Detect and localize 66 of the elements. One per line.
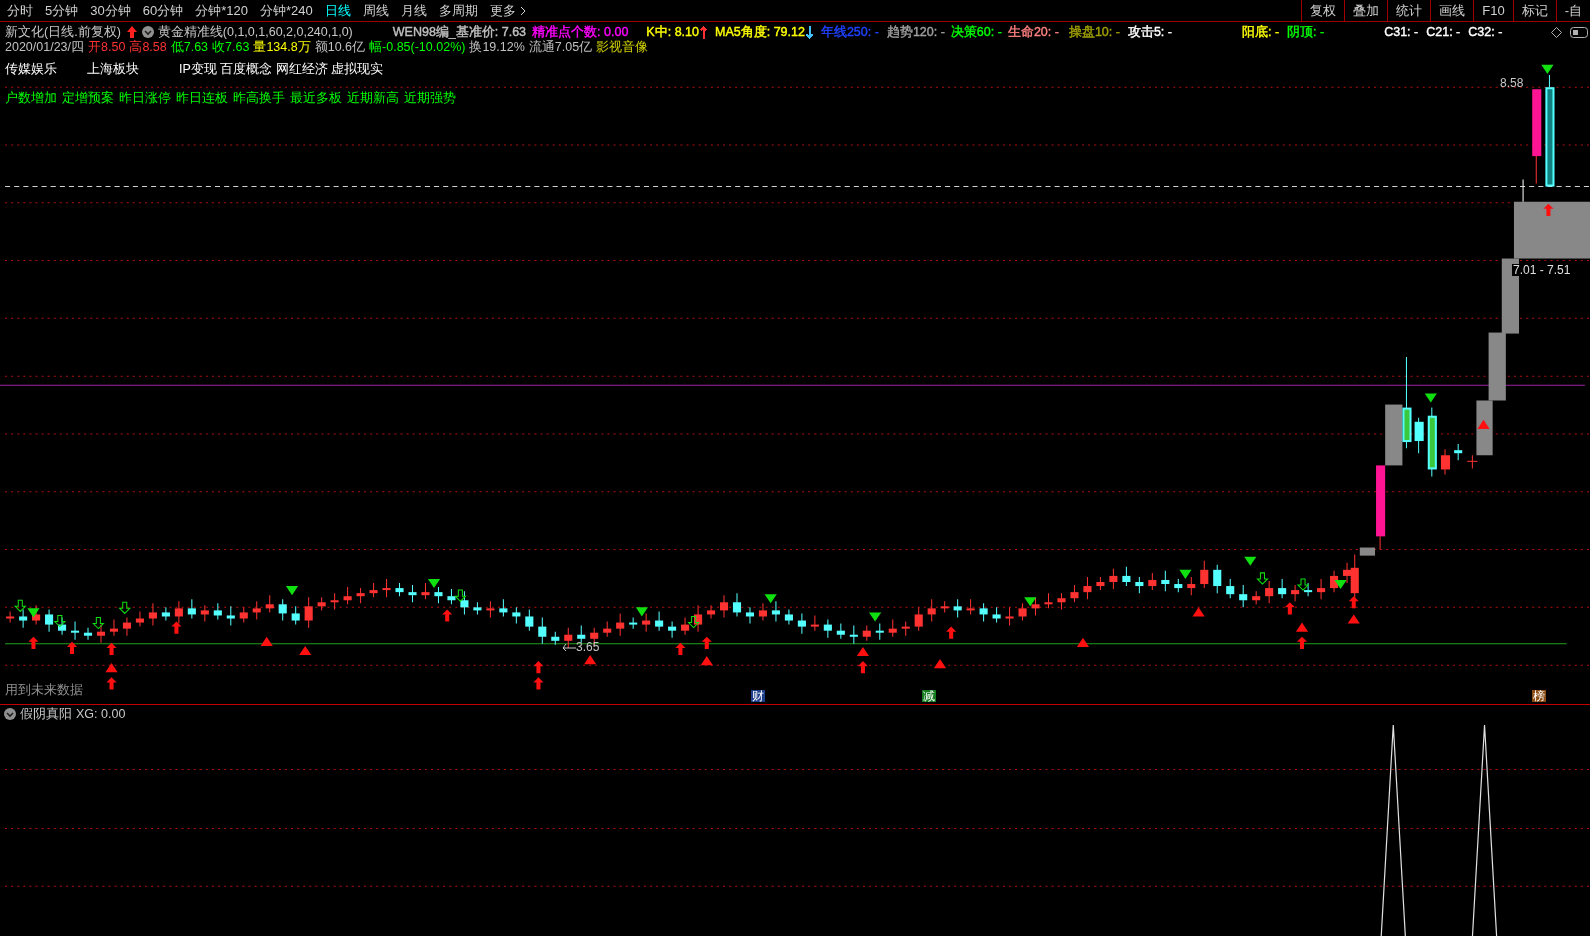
indicator-value: 操盘10: - bbox=[1068, 25, 1120, 39]
indicator-value: 攻击5: - bbox=[1127, 25, 1172, 39]
indicator-value: 精准点个数: 0.00 bbox=[532, 25, 629, 39]
price-label: 8.58 bbox=[1500, 77, 1524, 89]
indicator-value: C32: - bbox=[1468, 25, 1503, 39]
signal-tag: 户数增加 bbox=[5, 91, 57, 105]
period-tab[interactable]: 月线 bbox=[400, 4, 427, 17]
indicator-value: 决策60: - bbox=[950, 25, 1002, 39]
indicator-value: WEN98编_基准价: 7.63 bbox=[392, 25, 527, 39]
period-tab[interactable]: 日线 bbox=[324, 4, 351, 17]
toolbar-button[interactable]: -自 bbox=[1555, 0, 1590, 21]
toolbar-button[interactable]: 复权 bbox=[1301, 0, 1345, 21]
period-tab[interactable]: 分钟*240 bbox=[259, 4, 313, 17]
toolbar-button[interactable]: F10 bbox=[1473, 0, 1513, 21]
signal-tag: 昨高换手 bbox=[233, 91, 285, 105]
toolbar-button[interactable]: 标记 bbox=[1512, 0, 1556, 21]
period-tab[interactable]: 60分钟 bbox=[142, 4, 184, 17]
signal-tag: 最近多板 bbox=[290, 91, 342, 105]
signal-tag: 近期强势 bbox=[404, 91, 456, 105]
period-tab[interactable]: 周线 bbox=[362, 4, 389, 17]
indicator-value: 生命20: - bbox=[1007, 25, 1059, 39]
toolbar-button[interactable]: 画线 bbox=[1430, 0, 1474, 21]
quote-field: 低7.63 bbox=[170, 40, 209, 54]
quote-field: 影视音像 bbox=[596, 40, 649, 54]
quote-field: 收7.63 bbox=[212, 40, 250, 54]
sector-label: 传媒娱乐 bbox=[5, 62, 57, 76]
signal-tag: 昨日涨停 bbox=[119, 91, 171, 105]
quote-field: 换19.12% bbox=[469, 40, 525, 54]
indicator-value: MA5角度: 79.12 bbox=[715, 25, 805, 39]
event-badge[interactable]: 财 bbox=[751, 690, 765, 702]
sector-label: 上海板块 bbox=[87, 62, 139, 76]
indicator-name: 黄金精准线(0,1,0,1,60,2,0,240,1,0) bbox=[157, 25, 353, 39]
period-tab[interactable]: 30分钟 bbox=[90, 4, 131, 17]
indicator-value: 年线250: - bbox=[820, 25, 879, 39]
warning-note: 用到未来数据 bbox=[5, 684, 83, 697]
subpanel-title: 假阴真阳 bbox=[20, 708, 72, 721]
toolbar-button[interactable]: 统计 bbox=[1387, 0, 1431, 21]
subpanel-value: XG: 0.00 bbox=[76, 708, 126, 721]
event-badge[interactable]: 榜 bbox=[1532, 690, 1546, 702]
period-tab[interactable]: 多周期 bbox=[438, 4, 478, 17]
indicator-value: 阴顶: - bbox=[1287, 25, 1325, 39]
quote-field: 2020/01/23/四 bbox=[5, 40, 85, 54]
indicator-value: C21: - bbox=[1426, 25, 1461, 39]
quote-field: 开8.50 bbox=[88, 40, 126, 54]
quote-field: 量134.8万 bbox=[253, 40, 311, 54]
signal-tag: 昨日连板 bbox=[176, 91, 228, 105]
quote-field: 高8.58 bbox=[129, 40, 167, 54]
quote-field: 额10.6亿 bbox=[314, 40, 366, 54]
period-tab[interactable]: 分时 bbox=[7, 4, 33, 17]
price-range-label: 7.01 - 7.51 bbox=[1512, 264, 1572, 276]
indicator-value: C31: - bbox=[1384, 25, 1419, 39]
price-label: 3.65 bbox=[576, 641, 600, 653]
signal-tag: 近期新高 bbox=[347, 91, 399, 105]
signal-tag: 定增预案 bbox=[62, 91, 114, 105]
indicator-value: K中: 8.10 bbox=[646, 25, 699, 39]
indicator-value: 趋势120: - bbox=[886, 25, 945, 39]
period-tab[interactable]: 分钟*120 bbox=[195, 4, 248, 17]
sector-label: IP变现 百度概念 网红经济 虚拟现实 bbox=[179, 62, 384, 76]
indicator-value: 阳底: - bbox=[1241, 25, 1280, 39]
period-tab[interactable]: 更多 bbox=[489, 4, 526, 17]
quote-field: 流通7.05亿 bbox=[528, 40, 593, 54]
stock-title: 新文化(日线.前复权) bbox=[5, 25, 121, 39]
event-badge[interactable]: 减 bbox=[922, 690, 936, 702]
quote-field: 幅-0.85(-10.02%) bbox=[369, 40, 466, 54]
period-tab[interactable]: 5分钟 bbox=[45, 4, 79, 17]
toolbar-button[interactable]: 叠加 bbox=[1344, 0, 1388, 21]
